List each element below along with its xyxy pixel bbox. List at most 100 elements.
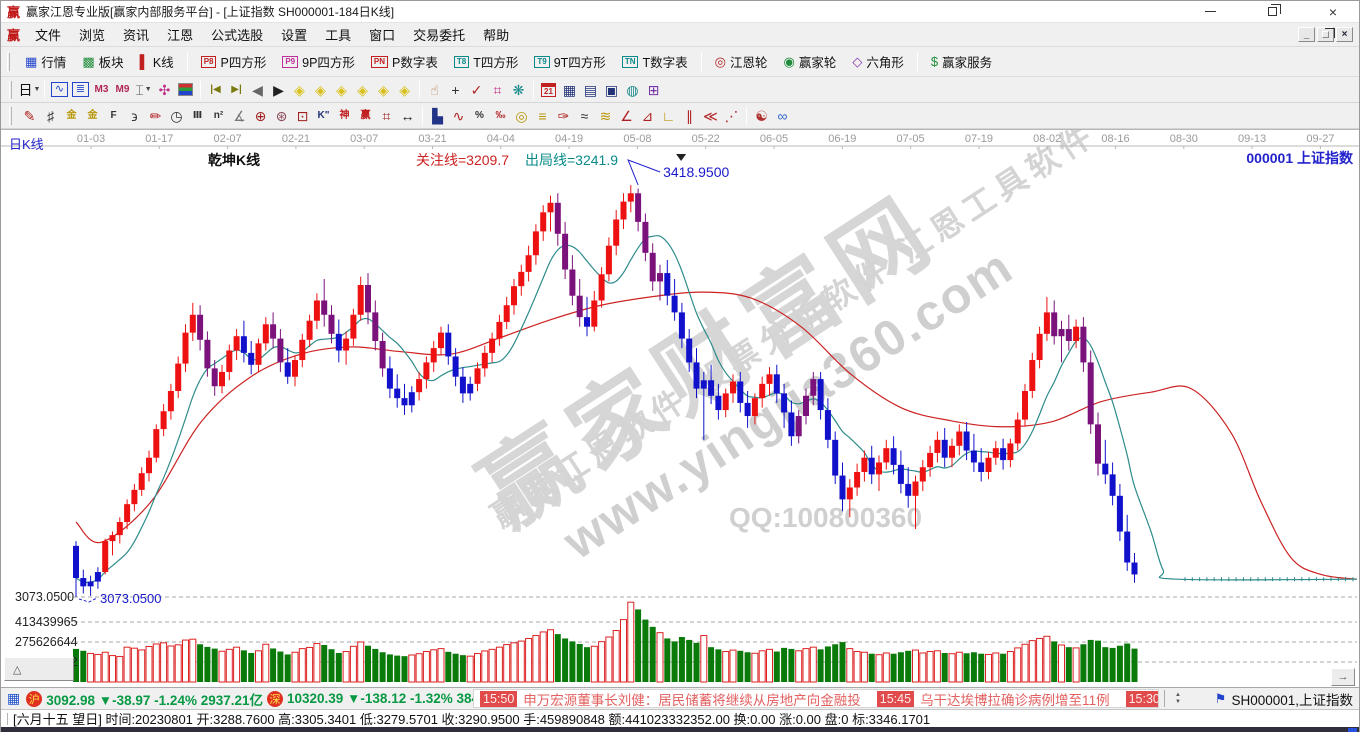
menu-item-0[interactable]: 文件 [26,23,70,46]
news-ticker[interactable]: 15:50申万宏源董事长刘健：居民储蓄将继续从房地产向金融投15:45乌干达埃博… [473,689,1159,708]
child-restore-button[interactable] [1317,27,1334,42]
shanghai-index-quote[interactable]: 3092.98 ▼-38.97 -1.24% 2937.21亿 [46,689,263,709]
cycle-circle-icon[interactable]: ◷ [166,106,187,126]
nav-next-icon[interactable]: ▶ [268,80,289,100]
ruler-icon[interactable]: ⌗ [376,106,397,126]
pattern-icon[interactable]: ✣ [154,80,175,100]
ying-tool-icon[interactable]: 赢 [355,106,376,126]
chart-3-icon[interactable]: M3 [91,80,112,100]
menu-item-5[interactable]: 设置 [272,23,316,46]
candle-style-icon[interactable]: ⌶▼ [133,80,154,100]
chart-9-icon[interactable]: M9 [112,80,133,100]
f-line-icon[interactable]: ⊿ [637,106,658,126]
winner-service-button[interactable]: $赢家服务 [923,48,1000,75]
n-square-icon[interactable]: n² [208,106,229,126]
shen-tool-icon[interactable]: 神 [334,106,355,126]
spiral-icon[interactable]: ϶ [124,106,145,126]
kline-button[interactable]: ▌K线 [132,48,182,75]
star-target-icon[interactable]: ⊛ [271,106,292,126]
kline-chart-area[interactable]: 赢家财富网 www.yingjia360.com 赢家江恩软件 股票分析软件 江… [1,129,1359,687]
nav-prev-icon[interactable]: ◀ [247,80,268,100]
pen-tool-icon[interactable]: ✎ [19,106,40,126]
gold-section2-icon[interactable]: 金 [82,106,103,126]
data-transfer-icon[interactable]: ⊞ [643,80,664,100]
percent-wave-icon[interactable]: ∿ [448,106,469,126]
current-symbol[interactable]: SH000001,上证指数 [1231,689,1353,709]
percent-line-icon[interactable]: ‰ [490,106,511,126]
fibonacci-icon[interactable]: F [103,106,124,126]
color-chart-icon[interactable] [175,80,196,100]
shenzhen-icon[interactable]: 深 [267,691,283,707]
diamond-shrink-h-icon[interactable]: ◈ [352,80,373,100]
calendar-icon[interactable]: 21 [538,80,559,100]
diamond-expand-h-icon[interactable]: ◈ [331,80,352,100]
gold-band-icon[interactable]: ≋ [595,106,616,126]
gold-lines-icon[interactable]: ≡ [532,106,553,126]
menu-item-6[interactable]: 工具 [316,23,360,46]
panel-expand-button[interactable]: △ [4,657,74,681]
quote-list-icon[interactable]: ≣ [70,80,91,100]
close-button[interactable]: × [1329,5,1337,19]
restore-button[interactable] [1268,7,1277,16]
wave-chart-icon[interactable]: ∿ [49,80,70,100]
calculator-icon[interactable]: ▦ [559,80,580,100]
t-square-button[interactable]: T8T四方形 [446,48,526,75]
child-minimize-button[interactable]: _ [1298,27,1315,42]
nav-last-icon[interactable]: ▶| [226,80,247,100]
market-grid-icon[interactable]: ▦ [7,690,20,707]
fence-icon[interactable]: Ⅲ [187,106,208,126]
angle-icon[interactable]: ∡ [229,106,250,126]
gold-ring-icon[interactable]: ◎ [511,106,532,126]
period-selector[interactable]: 日▼ [19,80,40,100]
grid-target-icon[interactable]: ⊡ [292,106,313,126]
magnet-tool-icon[interactable]: ✓ [466,80,487,100]
diamond-pan-left-icon[interactable]: ◈ [289,80,310,100]
percent-icon[interactable]: % [469,106,490,126]
shenzhen-index-quote[interactable]: 10320.39 ▼-138.12 -1.32% 3845.4 [287,691,498,706]
p-square-button[interactable]: P8P四方形 [193,48,275,75]
diamond-pan-right-icon[interactable]: ◈ [310,80,331,100]
winner-wheel-button[interactable]: ◉赢家轮 [775,48,844,75]
band-icon[interactable]: ≈ [574,106,595,126]
j-line-icon[interactable]: ∠ [616,106,637,126]
menu-item-3[interactable]: 江恩 [158,23,202,46]
brush-tool-icon[interactable]: ✑ [553,106,574,126]
gold-angle-icon[interactable]: ∟ [658,106,679,126]
news-scroll-control[interactable]: ▲▼ [1175,692,1181,705]
width-measure-icon[interactable]: ↔ [397,106,418,126]
fan-lines-icon[interactable]: ≪ [700,106,721,126]
menu-item-1[interactable]: 浏览 [70,23,114,46]
menu-item-2[interactable]: 资讯 [114,23,158,46]
shanghai-icon[interactable]: 沪 [26,691,42,707]
knot-tool-icon[interactable]: ❋ [508,80,529,100]
net-tool-icon[interactable]: ⌗ [487,80,508,100]
news-text-0[interactable]: 申万宏源董事长刘健：居民储蓄将继续从房地产向金融投 [523,689,861,708]
notepad-icon[interactable]: ▤ [580,80,601,100]
yinyang-icon[interactable]: ☯ [751,106,772,126]
diamond-expand-icon[interactable]: ◈ [373,80,394,100]
menu-item-7[interactable]: 窗口 [360,23,404,46]
menu-item-8[interactable]: 交易委托 [404,23,474,46]
news-text-1[interactable]: 乌干达埃博拉确诊病例增至11例 [920,689,1110,708]
gann-grid-icon[interactable]: ♯ [40,106,61,126]
target-icon[interactable]: ⊕ [250,106,271,126]
save-icon[interactable]: ▣ [601,80,622,100]
chart-export-icon[interactable]: ◍ [622,80,643,100]
k-mark-icon[interactable]: K" [313,106,334,126]
menu-item-9[interactable]: 帮助 [474,23,518,46]
crosshair-icon[interactable]: + [445,80,466,100]
speed-lines-icon[interactable]: ∥ [679,106,700,126]
hand-tool-icon[interactable]: ☝ [424,80,445,100]
quotes-button[interactable]: ▦行情 [17,48,74,75]
minimize-button[interactable] [1205,11,1216,12]
hexagon-button[interactable]: ◇六角形 [844,48,912,75]
trend-channel-icon[interactable]: ⋰ [721,106,742,126]
sectors-button[interactable]: ▩板块 [74,48,131,75]
diamond-shrink-icon[interactable]: ◈ [394,80,415,100]
9p-square-button[interactable]: P99P四方形 [274,48,363,75]
stat-columns-icon[interactable]: ▙ [427,106,448,126]
nav-first-icon[interactable]: |◀ [205,80,226,100]
p-table-button[interactable]: PNP数字表 [363,48,446,75]
menu-item-4[interactable]: 公式选股 [202,23,272,46]
9t-square-button[interactable]: T99T四方形 [526,48,613,75]
